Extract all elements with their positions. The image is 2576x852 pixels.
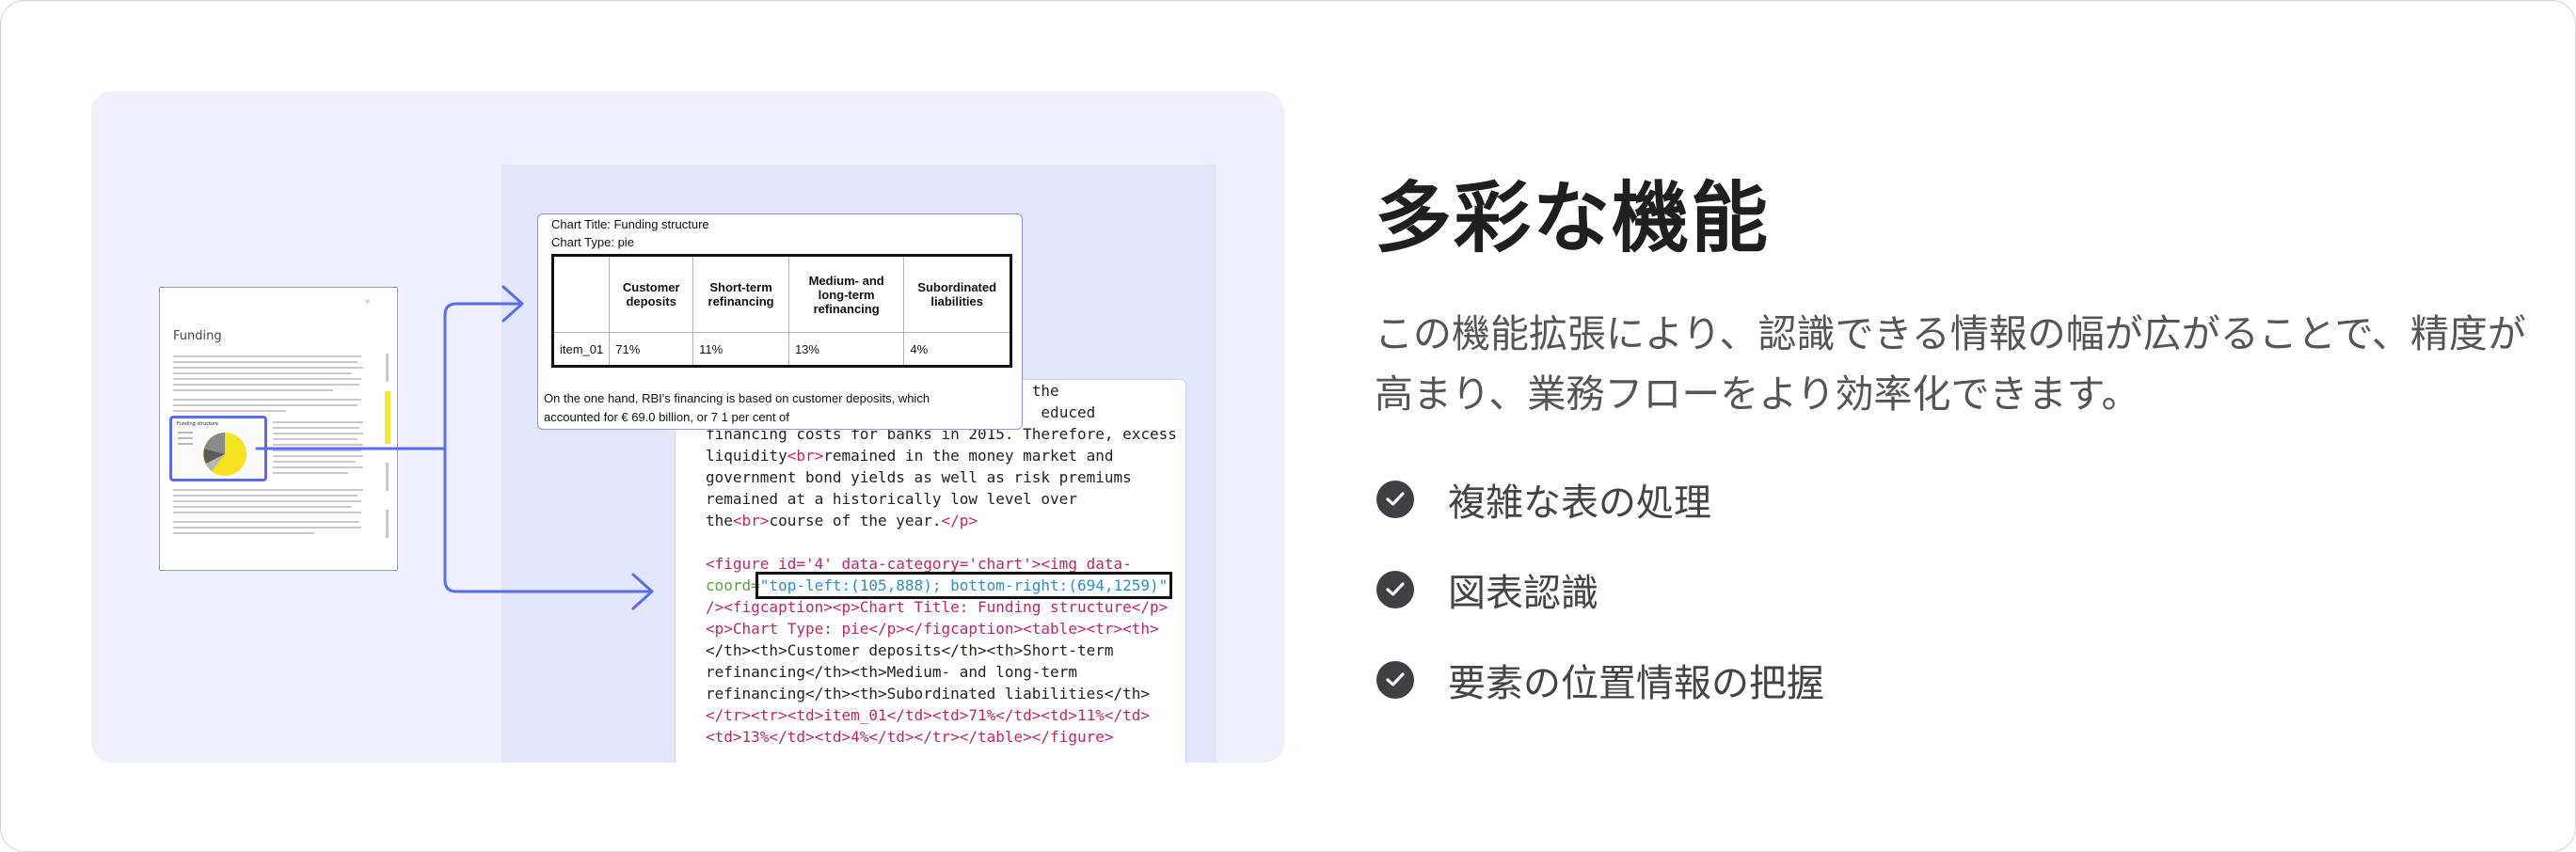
feature-label: 図表認識 (1448, 572, 1598, 615)
feature-item: 複雑な表の処理 (1376, 477, 1711, 525)
check-circle-icon (1376, 571, 1414, 608)
table-cell: 4% (903, 332, 1011, 367)
feature-label: 複雑な表の処理 (1448, 481, 1711, 525)
table-cell: item_01 (551, 332, 611, 367)
coordinate-highlight: "top-left:(105,888); bottom-right:(694,1… (755, 572, 1173, 599)
feature-item: 図表認識 (1376, 567, 1598, 615)
html-output-code: sult, the educed financing costs for ban… (706, 382, 1177, 746)
html-output-card: sult, the educed financing costs for ban… (675, 379, 1186, 763)
table-header-cell: Medium- and long-term refinancing (787, 255, 905, 333)
table-header-cell: Customer deposits (609, 255, 694, 333)
chart-title-line: Chart Title: Funding structure (551, 217, 709, 231)
check-circle-icon (1376, 661, 1414, 699)
table-cell: 13% (787, 332, 905, 367)
section-description: この機能拡張により、認識できる情報の幅が広がることで、精度が高まり、業務フローを… (1375, 311, 2526, 417)
feature-label: 要素の位置情報の把握 (1448, 662, 1824, 705)
table-header-cell: Short-term refinancing (692, 255, 789, 333)
table-header-cell: Subordinated liabilities (903, 255, 1011, 333)
chart-type-line: Chart Type: pie (551, 235, 634, 249)
feature-card: × Funding Funding structure the educed f… (0, 0, 2576, 852)
extracted-table: Customer deposits Short-term refinancing… (551, 254, 1012, 368)
table-output-card: Chart Title: Funding structure Chart Typ… (537, 213, 1023, 430)
table-row: item_01 71% 11% 13% 4% (551, 332, 1011, 367)
section-heading: 多彩な機能 (1375, 174, 1771, 263)
table-header-cell (551, 255, 611, 333)
illustration-panel: × Funding Funding structure the educed f… (91, 91, 1284, 763)
feature-item: 要素の位置情報の把握 (1376, 657, 1824, 705)
extracted-paragraph: On the one hand, RBI's financing is base… (544, 391, 930, 424)
check-circle-icon (1376, 481, 1414, 518)
table-cell: 11% (692, 332, 789, 367)
table-header-row: Customer deposits Short-term refinancing… (551, 255, 1011, 333)
table-cell: 71% (609, 332, 694, 367)
